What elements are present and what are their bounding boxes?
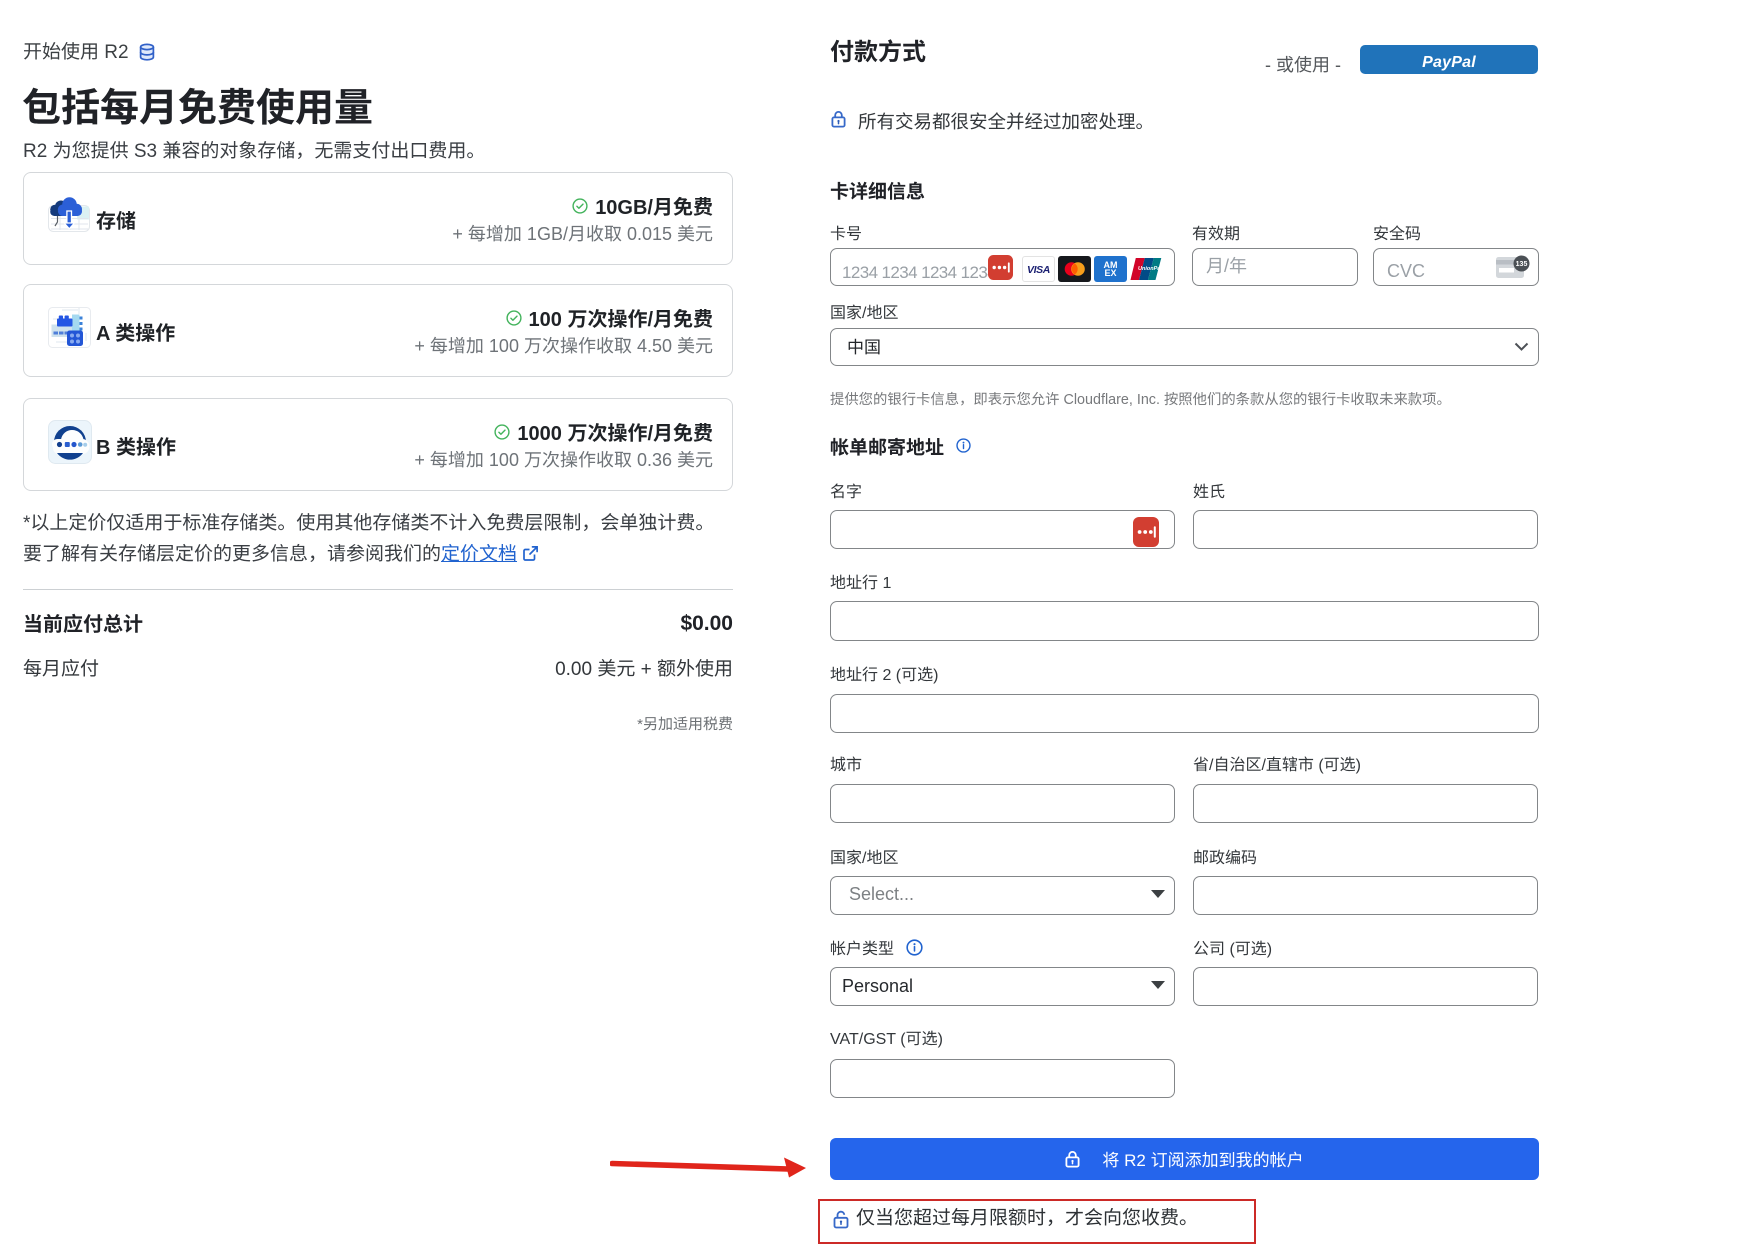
svg-text:UnionPay: UnionPay	[1138, 266, 1163, 272]
svg-text:135: 135	[1516, 261, 1528, 268]
